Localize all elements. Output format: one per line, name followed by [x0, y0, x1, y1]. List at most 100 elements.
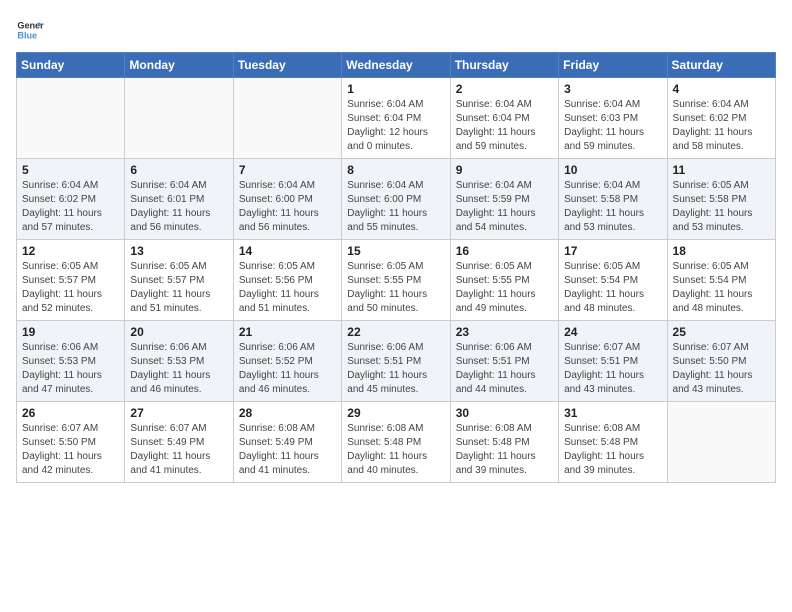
day-number: 4 — [673, 82, 770, 96]
day-number: 9 — [456, 163, 553, 177]
day-number: 19 — [22, 325, 119, 339]
calendar-week: 12 Sunrise: 6:05 AMSunset: 5:57 PMDayligh… — [17, 240, 776, 321]
weekday-header: Thursday — [450, 53, 558, 78]
page-header: General Blue — [16, 16, 776, 44]
day-number: 15 — [347, 244, 444, 258]
day-info: Sunrise: 6:07 AMSunset: 5:49 PMDaylight:… — [130, 422, 227, 478]
calendar-week: 19 Sunrise: 6:06 AMSunset: 5:53 PMDayligh… — [17, 321, 776, 402]
day-number: 20 — [130, 325, 227, 339]
calendar-cell: 30 Sunrise: 6:08 AMSunset: 5:48 PMDayligh… — [450, 402, 558, 483]
calendar-cell: 23 Sunrise: 6:06 AMSunset: 5:51 PMDayligh… — [450, 321, 558, 402]
calendar-cell: 5 Sunrise: 6:04 AMSunset: 6:02 PMDaylight… — [17, 159, 125, 240]
day-info: Sunrise: 6:04 AMSunset: 6:04 PMDaylight:… — [347, 98, 444, 154]
day-info: Sunrise: 6:04 AMSunset: 6:03 PMDaylight:… — [564, 98, 661, 154]
weekday-header: Friday — [559, 53, 667, 78]
weekday-header: Monday — [125, 53, 233, 78]
day-info: Sunrise: 6:05 AMSunset: 5:54 PMDaylight:… — [673, 260, 770, 316]
weekday-header: Saturday — [667, 53, 775, 78]
day-number: 29 — [347, 406, 444, 420]
calendar-cell: 2Sunrise: 6:04 AMSunset: 6:04 PMDaylight… — [450, 78, 558, 159]
calendar-cell: 15 Sunrise: 6:05 AMSunset: 5:55 PMDayligh… — [342, 240, 450, 321]
day-info: Sunrise: 6:05 AMSunset: 5:57 PMDaylight:… — [130, 260, 227, 316]
calendar: SundayMondayTuesdayWednesdayThursdayFrid… — [16, 52, 776, 483]
calendar-cell: 21 Sunrise: 6:06 AMSunset: 5:52 PMDayligh… — [233, 321, 341, 402]
calendar-cell: 6 Sunrise: 6:04 AMSunset: 6:01 PMDaylight… — [125, 159, 233, 240]
calendar-cell: 14 Sunrise: 6:05 AMSunset: 5:56 PMDayligh… — [233, 240, 341, 321]
calendar-cell: 26 Sunrise: 6:07 AMSunset: 5:50 PMDayligh… — [17, 402, 125, 483]
day-info: Sunrise: 6:08 AMSunset: 5:49 PMDaylight:… — [239, 422, 336, 478]
day-number: 23 — [456, 325, 553, 339]
calendar-header: SundayMondayTuesdayWednesdayThursdayFrid… — [17, 53, 776, 78]
day-info: Sunrise: 6:04 AMSunset: 6:02 PMDaylight:… — [22, 179, 119, 235]
day-number: 25 — [673, 325, 770, 339]
calendar-cell: 11Sunrise: 6:05 AMSunset: 5:58 PMDayligh… — [667, 159, 775, 240]
calendar-cell — [125, 78, 233, 159]
calendar-cell: 8 Sunrise: 6:04 AMSunset: 6:00 PMDaylight… — [342, 159, 450, 240]
day-info: Sunrise: 6:04 AMSunset: 6:02 PMDaylight:… — [673, 98, 770, 154]
weekday-header: Sunday — [17, 53, 125, 78]
calendar-cell: 25 Sunrise: 6:07 AMSunset: 5:50 PMDayligh… — [667, 321, 775, 402]
day-number: 14 — [239, 244, 336, 258]
calendar-cell — [667, 402, 775, 483]
day-number: 3 — [564, 82, 661, 96]
day-number: 8 — [347, 163, 444, 177]
day-info: Sunrise: 6:08 AMSunset: 5:48 PMDaylight:… — [456, 422, 553, 478]
svg-text:Blue: Blue — [17, 30, 37, 40]
day-info: Sunrise: 6:04 AMSunset: 6:00 PMDaylight:… — [347, 179, 444, 235]
calendar-week: 26 Sunrise: 6:07 AMSunset: 5:50 PMDayligh… — [17, 402, 776, 483]
day-info: Sunrise: 6:06 AMSunset: 5:51 PMDaylight:… — [347, 341, 444, 397]
calendar-cell: 28 Sunrise: 6:08 AMSunset: 5:49 PMDayligh… — [233, 402, 341, 483]
day-info: Sunrise: 6:07 AMSunset: 5:50 PMDaylight:… — [673, 341, 770, 397]
calendar-cell: 4 Sunrise: 6:04 AMSunset: 6:02 PMDaylight… — [667, 78, 775, 159]
day-info: Sunrise: 6:04 AMSunset: 6:04 PMDaylight:… — [456, 98, 553, 154]
weekday-header: Wednesday — [342, 53, 450, 78]
day-info: Sunrise: 6:06 AMSunset: 5:51 PMDaylight:… — [456, 341, 553, 397]
day-info: Sunrise: 6:04 AMSunset: 6:00 PMDaylight:… — [239, 179, 336, 235]
day-info: Sunrise: 6:05 AMSunset: 5:55 PMDaylight:… — [456, 260, 553, 316]
day-info: Sunrise: 6:05 AMSunset: 5:57 PMDaylight:… — [22, 260, 119, 316]
calendar-cell — [233, 78, 341, 159]
day-number: 16 — [456, 244, 553, 258]
day-number: 10 — [564, 163, 661, 177]
day-info: Sunrise: 6:04 AMSunset: 6:01 PMDaylight:… — [130, 179, 227, 235]
day-info: Sunrise: 6:07 AMSunset: 5:51 PMDaylight:… — [564, 341, 661, 397]
day-number: 30 — [456, 406, 553, 420]
logo: General Blue — [16, 16, 44, 44]
calendar-cell: 17Sunrise: 6:05 AMSunset: 5:54 PMDayligh… — [559, 240, 667, 321]
day-number: 26 — [22, 406, 119, 420]
day-number: 24 — [564, 325, 661, 339]
day-info: Sunrise: 6:04 AMSunset: 5:58 PMDaylight:… — [564, 179, 661, 235]
calendar-cell: 31Sunrise: 6:08 AMSunset: 5:48 PMDayligh… — [559, 402, 667, 483]
day-number: 7 — [239, 163, 336, 177]
calendar-cell: 10 Sunrise: 6:04 AMSunset: 5:58 PMDayligh… — [559, 159, 667, 240]
calendar-cell: 13Sunrise: 6:05 AMSunset: 5:57 PMDayligh… — [125, 240, 233, 321]
calendar-week: 5 Sunrise: 6:04 AMSunset: 6:02 PMDaylight… — [17, 159, 776, 240]
day-number: 1 — [347, 82, 444, 96]
calendar-cell: 27 Sunrise: 6:07 AMSunset: 5:49 PMDayligh… — [125, 402, 233, 483]
day-info: Sunrise: 6:07 AMSunset: 5:50 PMDaylight:… — [22, 422, 119, 478]
day-info: Sunrise: 6:05 AMSunset: 5:55 PMDaylight:… — [347, 260, 444, 316]
calendar-cell: 16 Sunrise: 6:05 AMSunset: 5:55 PMDayligh… — [450, 240, 558, 321]
calendar-cell — [17, 78, 125, 159]
day-number: 18 — [673, 244, 770, 258]
day-info: Sunrise: 6:05 AMSunset: 5:56 PMDaylight:… — [239, 260, 336, 316]
day-number: 12 — [22, 244, 119, 258]
day-info: Sunrise: 6:04 AMSunset: 5:59 PMDaylight:… — [456, 179, 553, 235]
calendar-cell: 19Sunrise: 6:06 AMSunset: 5:53 PMDayligh… — [17, 321, 125, 402]
calendar-cell: 1 Sunrise: 6:04 AMSunset: 6:04 PMDaylight… — [342, 78, 450, 159]
calendar-cell: 18 Sunrise: 6:05 AMSunset: 5:54 PMDayligh… — [667, 240, 775, 321]
day-info: Sunrise: 6:08 AMSunset: 5:48 PMDaylight:… — [347, 422, 444, 478]
logo-icon: General Blue — [16, 16, 44, 44]
day-number: 17 — [564, 244, 661, 258]
day-number: 27 — [130, 406, 227, 420]
day-info: Sunrise: 6:06 AMSunset: 5:52 PMDaylight:… — [239, 341, 336, 397]
calendar-cell: 3 Sunrise: 6:04 AMSunset: 6:03 PMDaylight… — [559, 78, 667, 159]
day-number: 6 — [130, 163, 227, 177]
day-number: 21 — [239, 325, 336, 339]
day-number: 5 — [22, 163, 119, 177]
day-number: 22 — [347, 325, 444, 339]
calendar-week: 1 Sunrise: 6:04 AMSunset: 6:04 PMDaylight… — [17, 78, 776, 159]
day-info: Sunrise: 6:06 AMSunset: 5:53 PMDaylight:… — [130, 341, 227, 397]
day-number: 28 — [239, 406, 336, 420]
day-number: 11 — [673, 163, 770, 177]
